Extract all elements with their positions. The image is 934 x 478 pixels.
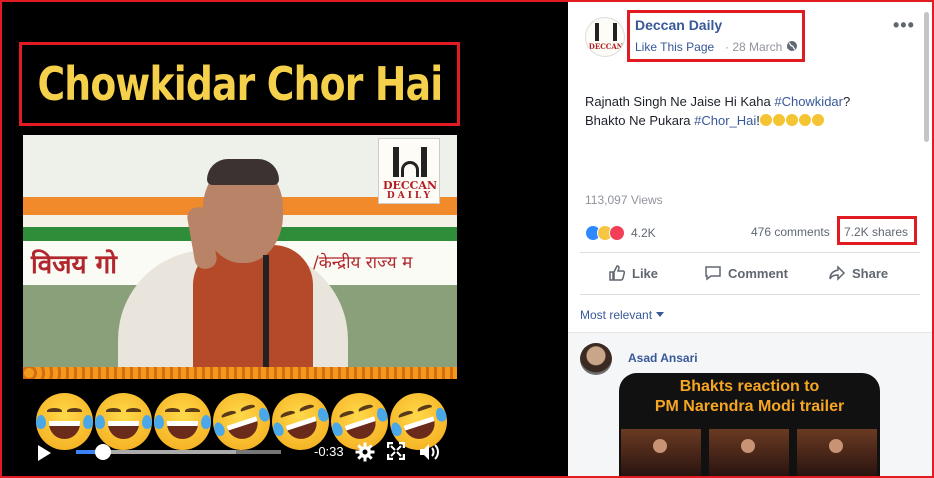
share-button[interactable]: Share — [828, 264, 888, 282]
sort-dropdown[interactable]: Most relevant — [580, 308, 665, 322]
commenter-name[interactable]: Asad Ansari — [628, 351, 698, 365]
reaction-count[interactable]: 4.2K — [631, 226, 656, 240]
reactions-summary[interactable]: 4.2K — [585, 225, 656, 241]
post-text: Rajnath Singh Ne Jaise Hi Kaha #Chowkida… — [585, 94, 851, 128]
progress-bar[interactable] — [76, 444, 281, 460]
deccan-daily-watermark: DECCAN DAILY — [378, 138, 440, 204]
like-button[interactable]: Like — [608, 264, 658, 282]
banner-hindi-text: विजय गो — [31, 250, 117, 280]
comment-button[interactable]: Comment — [704, 264, 788, 282]
laughing-emoji-icon — [772, 114, 785, 126]
laughing-emoji-icon — [759, 114, 772, 126]
scrollbar[interactable] — [924, 12, 929, 142]
thumbs-up-icon — [609, 265, 626, 281]
comment-image[interactable]: Bhakts reaction to PM Narendra Modi trai… — [619, 373, 880, 476]
page-avatar[interactable]: DECCAN — [585, 17, 625, 57]
volume-icon[interactable] — [418, 441, 440, 463]
comment-image-title: Bhakts reaction to PM Narendra Modi trai… — [654, 378, 845, 415]
shares-count[interactable]: 7.2K shares — [844, 225, 908, 239]
video-player[interactable]: Chowkidar Chor Hai विजय गो /केन्द्रीय रा… — [2, 2, 568, 476]
caret-down-icon — [656, 312, 665, 317]
hashtag-chowkidar[interactable]: #Chowkidar — [774, 94, 843, 109]
rofl-emoji-icon — [811, 114, 824, 126]
love-reaction-icon — [609, 225, 625, 241]
views-count: 113,097 Views — [585, 193, 663, 207]
banner-hindi-text-right: /केन्द्रीय राज्य म — [313, 253, 413, 273]
share-icon — [829, 265, 846, 281]
post-text-line1: Rajnath Singh Ne Jaise Hi Kaha — [585, 94, 775, 109]
more-options-icon[interactable]: ••• — [893, 15, 915, 36]
comments-count[interactable]: 476 comments — [751, 225, 830, 239]
play-icon[interactable] — [38, 445, 51, 461]
commenter-avatar[interactable] — [580, 343, 612, 375]
post-date[interactable]: · 28 March · — [725, 40, 790, 54]
post-text-line2: Bhakto Ne Pukara — [585, 113, 695, 128]
fullscreen-icon[interactable] — [387, 442, 405, 460]
gear-icon[interactable] — [355, 442, 375, 462]
microphone — [263, 255, 269, 379]
headline-highlight-box: Chowkidar Chor Hai — [19, 42, 460, 126]
divider — [580, 294, 920, 295]
page-name-link[interactable]: Deccan Daily — [635, 17, 722, 33]
comment-icon — [705, 266, 721, 281]
globe-icon — [787, 41, 797, 51]
video-controls: -0:33 — [24, 434, 458, 470]
facebook-post: DECCAN Deccan Daily Like This Page · 28 … — [568, 2, 932, 476]
laughing-emoji-icon — [785, 114, 798, 126]
divider — [580, 252, 920, 253]
progress-handle[interactable] — [94, 444, 111, 460]
hashtag-chor-hai[interactable]: #Chor_Hai — [694, 113, 756, 128]
rofl-emoji-icon — [798, 114, 811, 126]
time-remaining: -0:33 — [314, 444, 344, 459]
like-page-link[interactable]: Like This Page — [635, 40, 714, 54]
video-headline: Chowkidar Chor Hai — [37, 57, 443, 111]
